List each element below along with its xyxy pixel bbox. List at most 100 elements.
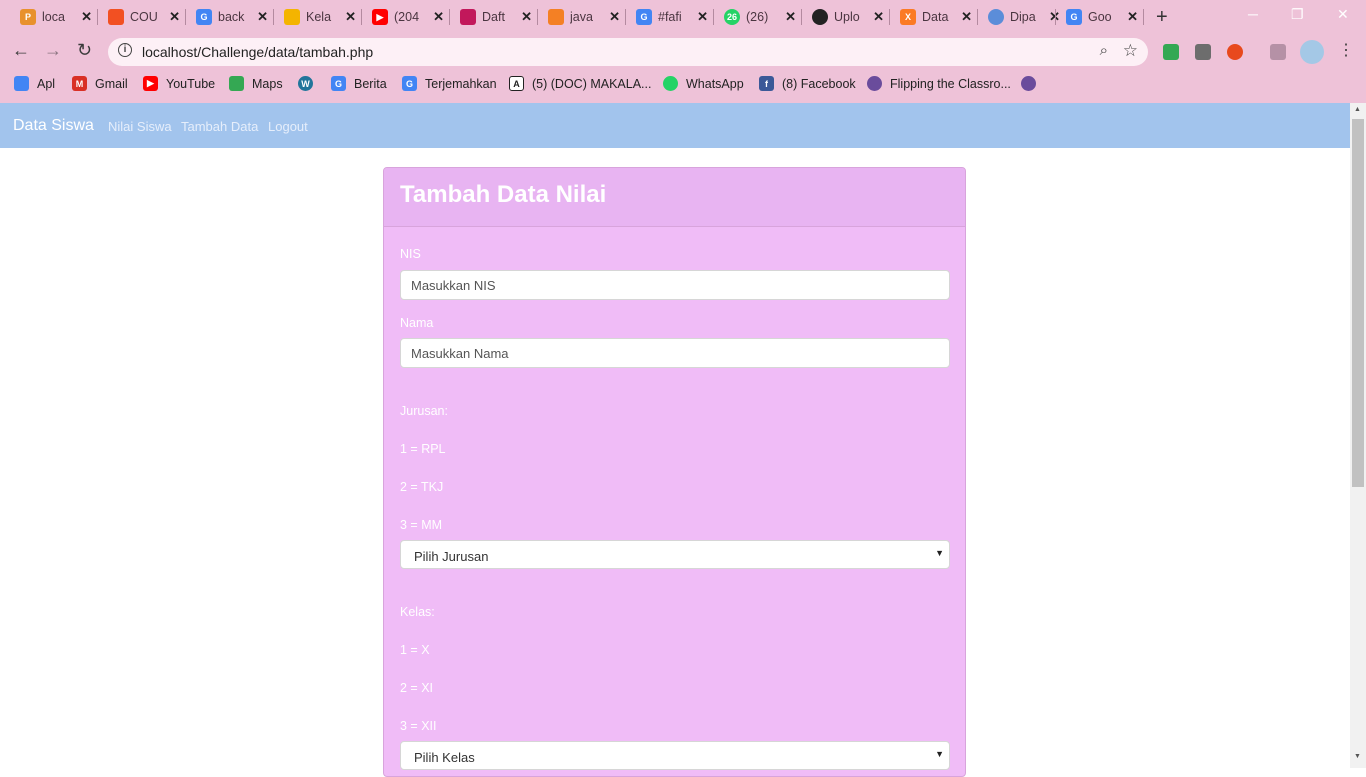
back-arrow-icon[interactable]: ← — [12, 40, 30, 61]
browser-tab[interactable]: Uplo ✕ — [802, 4, 888, 30]
close-tab-icon[interactable]: ✕ — [961, 9, 972, 25]
close-tab-icon[interactable]: ✕ — [697, 9, 708, 25]
close-tab-icon[interactable]: ✕ — [521, 9, 532, 25]
youtube-icon: ▶ — [143, 76, 158, 91]
nav-link-nilai-siswa[interactable]: Nilai Siswa — [108, 119, 172, 134]
nis-label: NIS — [400, 247, 421, 261]
bookmark-item[interactable]: ▶ YouTube — [143, 76, 215, 91]
browser-tab-active[interactable]: X Data ✕ — [890, 4, 976, 30]
kelas-label: Kelas: — [400, 605, 435, 619]
jurusan-label: Jurusan: — [400, 404, 448, 418]
browser-tab[interactable]: P loca ✕ — [10, 4, 96, 30]
close-tab-icon[interactable]: ✕ — [169, 9, 180, 25]
xampp-icon: X — [900, 9, 916, 25]
fire-extension-icon[interactable] — [1227, 44, 1243, 60]
url-text[interactable]: localhost/Challenge/data/tambah.php — [142, 44, 373, 60]
browser-tab[interactable]: Daft ✕ — [450, 4, 536, 30]
browser-tab[interactable]: 26 (26) ✕ — [714, 4, 800, 30]
globe-icon — [988, 9, 1004, 25]
browser-tab[interactable]: java ✕ — [538, 4, 624, 30]
youtube-icon: ▶ — [372, 9, 388, 25]
daft-icon — [460, 9, 476, 25]
new-tab-icon[interactable]: + — [1156, 6, 1168, 29]
bookmark-item[interactable]: Maps — [229, 76, 283, 91]
jurusan-select[interactable]: Pilih Jurusan ▼ — [400, 540, 950, 569]
stackoverflow-icon — [548, 9, 564, 25]
apps-icon — [14, 76, 29, 91]
jurusan-option-text: 1 = RPL — [400, 442, 446, 456]
wordpress-icon: W — [298, 76, 313, 91]
bookmark-item[interactable]: G Berita — [331, 76, 387, 91]
facebook-icon: f — [759, 76, 774, 91]
bookmark-item[interactable]: Apl — [14, 76, 55, 91]
browser-tab[interactable]: ▶ (204 ✕ — [362, 4, 448, 30]
kelas-select[interactable]: Pilih Kelas ▼ — [400, 741, 950, 770]
dropdown-arrow-icon: ▼ — [935, 749, 944, 759]
menu-kebab-icon[interactable]: ⋮ — [1338, 40, 1354, 60]
bookmark-item[interactable]: A (5) (DOC) MAKALA... — [509, 76, 651, 91]
kelas-select-value: Pilih Kelas — [414, 750, 475, 765]
browser-tab[interactable]: G Goo ✕ — [1056, 4, 1142, 30]
bookmarks-bar: Apl M Gmail ▶ YouTube Maps W G Berita G … — [0, 72, 1366, 98]
nav-link-tambah-data[interactable]: Tambah Data — [181, 119, 258, 134]
pma-icon: P — [20, 9, 36, 25]
bookmark-star-icon[interactable]: ☆ — [1123, 41, 1138, 61]
address-bar[interactable]: i localhost/Challenge/data/tambah.php ⌕ … — [108, 38, 1148, 66]
close-tab-icon[interactable]: ✕ — [257, 9, 268, 25]
page-scrollbar[interactable]: ▲ ▼ — [1350, 103, 1366, 768]
nama-label: Nama — [400, 316, 434, 330]
bookmark-item[interactable]: G Terjemahkan — [402, 76, 497, 91]
reload-icon[interactable]: ↻ — [77, 40, 92, 61]
panel-header: Tambah Data Nilai — [384, 168, 965, 227]
navbar-brand[interactable]: Data Siswa — [13, 117, 94, 135]
bookmark-item[interactable]: W — [298, 76, 321, 91]
bookmark-item[interactable]: M Gmail — [72, 76, 128, 91]
maps-icon — [229, 76, 244, 91]
scrollbar-thumb[interactable] — [1352, 119, 1364, 487]
media-playlist-icon[interactable] — [1270, 44, 1286, 60]
zoom-icon[interactable]: ⌕ — [1100, 42, 1108, 59]
bookmark-item[interactable]: f (8) Facebook — [759, 76, 856, 91]
forward-arrow-icon[interactable]: → — [44, 40, 62, 61]
scroll-up-icon[interactable]: ▲ — [1354, 106, 1361, 113]
bookmark-item[interactable]: WhatsApp — [663, 76, 744, 91]
globe-icon — [867, 76, 882, 91]
jurusan-option-text: 3 = MM — [400, 518, 443, 532]
close-tab-icon[interactable]: ✕ — [345, 9, 356, 25]
jurusan-select-value: Pilih Jurusan — [414, 549, 489, 564]
classroom-icon — [284, 9, 300, 25]
browser-tab[interactable]: Dipa ✕ — [978, 4, 1064, 30]
browser-tab[interactable]: COU ✕ — [98, 4, 184, 30]
scroll-down-icon[interactable]: ▼ — [1354, 753, 1361, 760]
form-panel: Tambah Data Nilai NIS Nama Jurusan: 1 = … — [383, 167, 966, 777]
info-icon[interactable]: i — [118, 43, 132, 57]
download-extension-icon[interactable] — [1195, 44, 1211, 60]
close-tab-icon[interactable]: ✕ — [609, 9, 620, 25]
nama-input[interactable] — [400, 338, 950, 368]
close-tab-icon[interactable]: ✕ — [785, 9, 796, 25]
avatar[interactable] — [1300, 40, 1324, 64]
bookmark-item[interactable]: Flipping the Classro... — [867, 76, 1011, 91]
close-tab-icon[interactable]: ✕ — [433, 9, 444, 25]
close-window-icon[interactable]: ✕ — [1337, 6, 1349, 23]
gmail-icon: M — [72, 76, 87, 91]
nav-link-logout[interactable]: Logout — [268, 119, 308, 134]
google-icon: G — [636, 9, 652, 25]
maximize-icon[interactable]: ❐ — [1291, 6, 1304, 23]
kelas-option-text: 1 = X — [400, 643, 430, 657]
browser-chrome: P loca ✕ COU ✕ G back ✕ Kela ✕ ▶ (204 ✕ — [0, 0, 1366, 103]
dropdown-arrow-icon: ▼ — [935, 548, 944, 558]
close-tab-icon[interactable]: ✕ — [1127, 9, 1138, 25]
minimize-icon[interactable]: ─ — [1248, 6, 1258, 22]
close-tab-icon[interactable]: ✕ — [81, 9, 92, 25]
browser-tab[interactable]: G #fafi ✕ — [626, 4, 712, 30]
google-icon: G — [1066, 9, 1082, 25]
classroom-extension-icon[interactable] — [1163, 44, 1179, 60]
news-icon: G — [331, 76, 346, 91]
browser-tab[interactable]: G back ✕ — [186, 4, 272, 30]
nis-input[interactable] — [400, 270, 950, 300]
close-tab-icon[interactable]: ✕ — [873, 9, 884, 25]
browser-tab[interactable]: Kela ✕ — [274, 4, 360, 30]
bookmark-item[interactable] — [1021, 76, 1044, 91]
whatsapp-icon: 26 — [724, 9, 740, 25]
